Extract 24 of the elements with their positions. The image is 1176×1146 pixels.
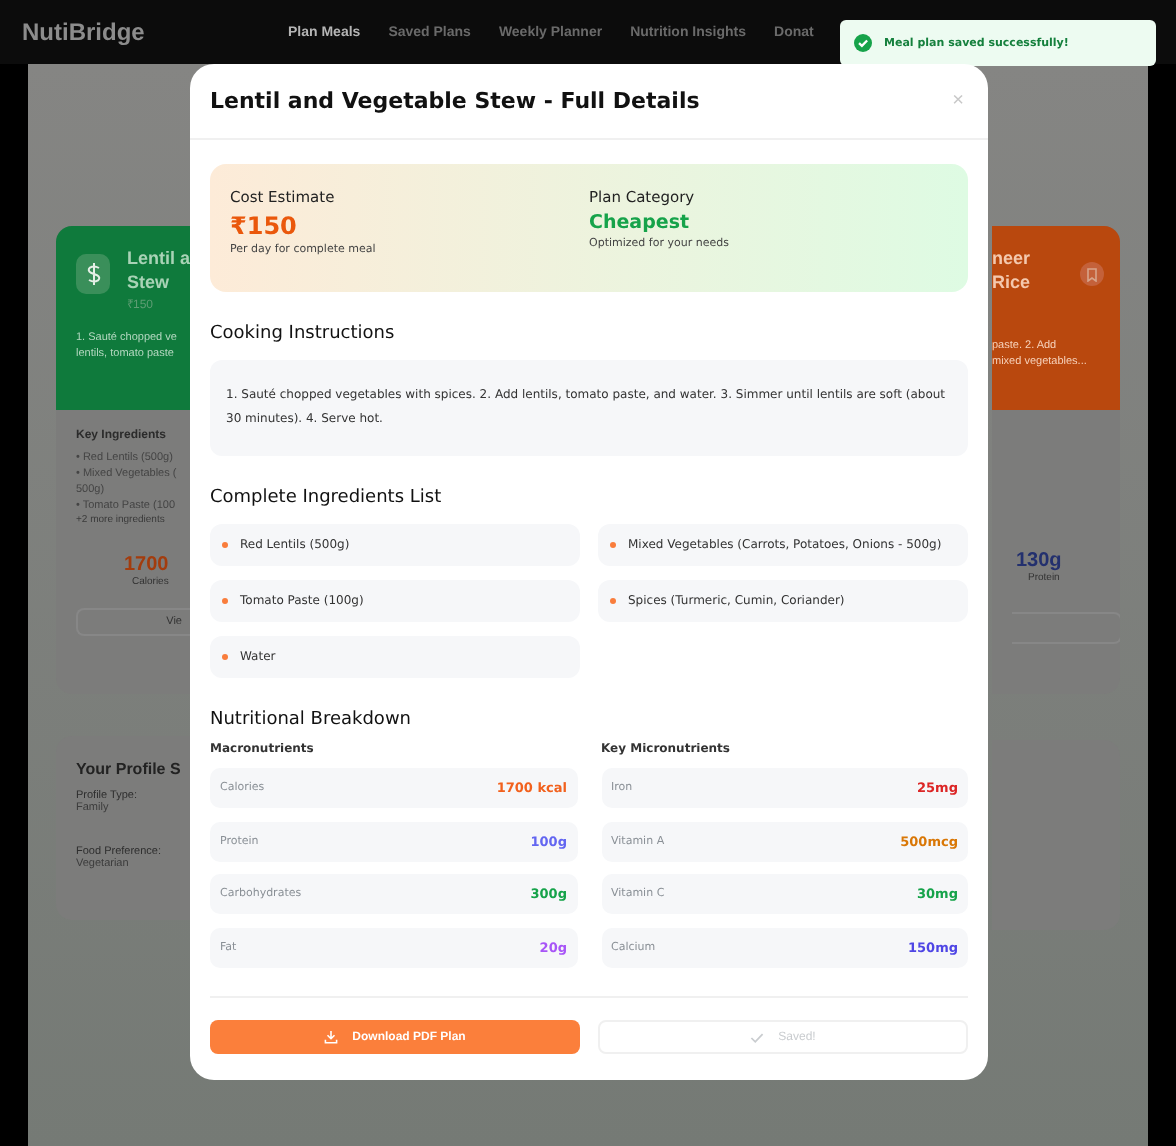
bookmark-icon[interactable] bbox=[1080, 262, 1104, 286]
brand-logo[interactable]: NutiBridge bbox=[22, 18, 288, 46]
bullet-icon bbox=[610, 542, 616, 548]
download-icon bbox=[324, 1030, 339, 1044]
summary-value: Cheapest bbox=[589, 212, 692, 234]
check-icon bbox=[750, 1031, 765, 1043]
dialog-title: Lentil and Vegetable Stew - Full Details bbox=[210, 88, 700, 114]
card-title: Rice bbox=[992, 270, 1031, 294]
bullet-icon bbox=[222, 542, 228, 548]
summary-value: ₹150 bbox=[230, 212, 299, 240]
card-title: Lentil a bbox=[126, 246, 190, 270]
section-heading: Nutritional Breakdown bbox=[210, 710, 414, 730]
section-heading: Complete Ingredients List bbox=[210, 488, 444, 508]
check-circle-icon bbox=[854, 34, 872, 52]
dollar-icon bbox=[76, 254, 111, 294]
bullet-icon bbox=[222, 654, 228, 660]
stat-value: 130g bbox=[1014, 550, 1064, 572]
card-title: Stew bbox=[126, 270, 171, 294]
card-title: neer bbox=[992, 246, 1031, 270]
stat-value: 1700 bbox=[122, 554, 171, 576]
bullet-icon bbox=[222, 598, 228, 604]
bullet-icon bbox=[610, 598, 616, 604]
card-title: Your Profile S bbox=[76, 760, 183, 778]
section-heading: Cooking Instructions bbox=[210, 324, 397, 344]
